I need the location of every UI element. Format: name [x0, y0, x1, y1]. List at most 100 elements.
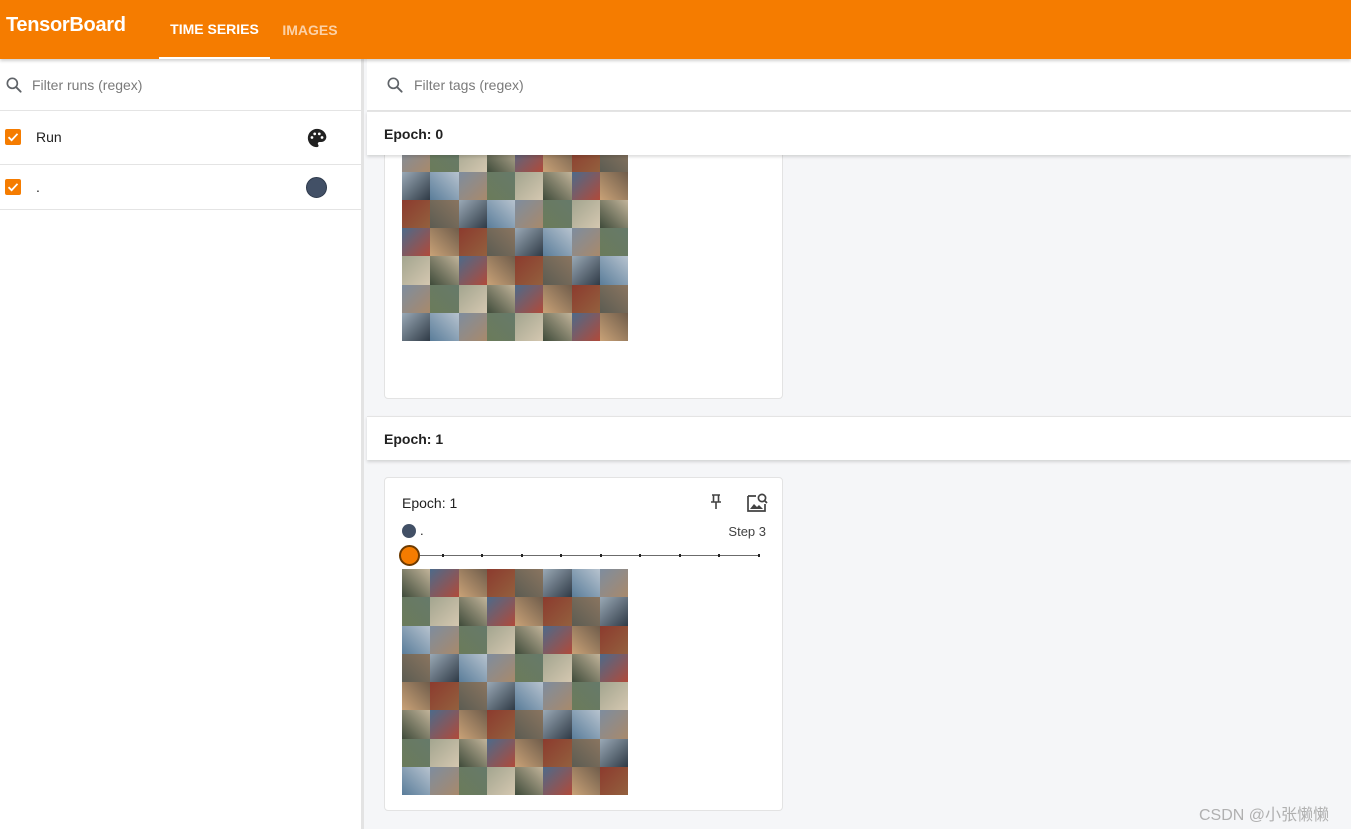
- tab-time-series[interactable]: TIME SERIES: [159, 0, 270, 59]
- image-card-epoch-1: Epoch: 1 . Step 3: [384, 477, 783, 811]
- palette-icon[interactable]: [306, 127, 328, 149]
- group-header-epoch-1[interactable]: Epoch: 1: [367, 416, 1351, 460]
- image-thumbnail: [486, 682, 515, 711]
- image-thumbnail: [599, 625, 628, 654]
- image-thumbnail: [599, 312, 628, 341]
- image-thumbnail: [515, 312, 544, 341]
- image-thumbnail: [543, 766, 572, 795]
- slider-thumb[interactable]: [399, 545, 420, 566]
- image-thumbnail: [402, 766, 431, 795]
- image-thumbnail: [599, 738, 628, 767]
- image-thumbnail: [402, 710, 431, 739]
- top-app-bar: TensorBoard TIME SERIES IMAGES: [0, 0, 1351, 59]
- image-thumbnail: [458, 171, 487, 200]
- image-thumbnail: [571, 738, 600, 767]
- fullsize-image-icon[interactable]: [745, 491, 769, 515]
- image-thumbnail: [515, 682, 544, 711]
- image-thumbnail: [486, 653, 515, 682]
- image-thumbnail: [402, 199, 431, 228]
- image-thumbnail: [571, 284, 600, 313]
- image-thumbnail: [402, 228, 431, 257]
- image-thumbnail: [430, 284, 459, 313]
- slider-tick: [442, 554, 444, 557]
- image-thumbnail: [515, 625, 544, 654]
- group-header-epoch-0[interactable]: Epoch: 0: [367, 111, 1351, 155]
- run-color-swatch[interactable]: [306, 177, 327, 198]
- group-title: Epoch: 0: [384, 126, 444, 142]
- image-thumbnail: [402, 284, 431, 313]
- image-thumbnail: [515, 766, 544, 795]
- image-thumbnail: [430, 766, 459, 795]
- image-thumbnail: [458, 710, 487, 739]
- image-thumbnail: [571, 569, 600, 598]
- run-name: .: [36, 179, 40, 195]
- check-icon: [7, 183, 19, 192]
- image-thumbnail: [543, 738, 572, 767]
- image-thumbnail: [458, 312, 487, 341]
- slider-tick: [481, 554, 483, 557]
- image-thumbnail: [599, 284, 628, 313]
- image-thumbnail: [515, 228, 544, 257]
- image-thumbnail: [543, 625, 572, 654]
- image-thumbnail: [571, 312, 600, 341]
- image-thumbnail: [543, 256, 572, 285]
- image-thumbnail: [515, 569, 544, 598]
- image-thumbnail: [486, 171, 515, 200]
- image-thumbnail: [543, 653, 572, 682]
- image-thumbnail: [402, 738, 431, 767]
- image-thumbnail: [571, 766, 600, 795]
- image-thumbnail: [515, 256, 544, 285]
- image-thumbnail: [571, 256, 600, 285]
- runs-filter[interactable]: Filter runs (regex): [0, 59, 361, 111]
- image-thumbnail: [458, 256, 487, 285]
- step-slider[interactable]: [399, 544, 760, 568]
- image-thumbnail: [430, 312, 459, 341]
- image-thumbnail: [599, 710, 628, 739]
- image-thumbnail: [430, 569, 459, 598]
- image-thumbnail: [543, 710, 572, 739]
- image-thumbnail: [402, 312, 431, 341]
- check-icon: [7, 133, 19, 142]
- slider-track[interactable]: [403, 555, 759, 556]
- select-all-checkbox[interactable]: [5, 129, 21, 145]
- image-thumbnail: [430, 738, 459, 767]
- image-thumbnail: [543, 284, 572, 313]
- image-thumbnail: [402, 597, 431, 626]
- tab-images[interactable]: IMAGES: [270, 0, 350, 59]
- app-title: TensorBoard: [6, 14, 126, 36]
- pin-icon[interactable]: [708, 493, 724, 511]
- runs-sidebar: Filter runs (regex) Run .: [0, 59, 364, 829]
- runs-filter-input[interactable]: Filter runs (regex): [32, 77, 142, 93]
- image-thumbnail: [458, 653, 487, 682]
- image-thumbnail: [402, 256, 431, 285]
- runs-table-header: Run: [0, 111, 361, 165]
- search-icon: [6, 77, 22, 93]
- image-card-epoch-0: [384, 119, 783, 399]
- card-title: Epoch: 1: [402, 495, 458, 511]
- image-thumbnail: [571, 682, 600, 711]
- run-column-header: Run: [36, 129, 62, 145]
- image-thumbnail: [458, 569, 487, 598]
- image-thumbnail: [571, 625, 600, 654]
- image-thumbnail: [599, 171, 628, 200]
- slider-tick: [600, 554, 602, 557]
- tags-filter-input[interactable]: Filter tags (regex): [414, 77, 524, 93]
- image-thumbnail: [458, 597, 487, 626]
- image-thumbnail: [430, 228, 459, 257]
- image-thumbnail: [543, 682, 572, 711]
- slider-tick: [521, 554, 523, 557]
- image-thumbnail: [571, 653, 600, 682]
- image-thumbnail: [599, 682, 628, 711]
- run-row[interactable]: .: [0, 165, 361, 210]
- image-thumbnail: [599, 256, 628, 285]
- image-thumbnail: [458, 199, 487, 228]
- slider-tick: [718, 554, 720, 557]
- image-thumbnail: [515, 284, 544, 313]
- watermark: CSDN @小张懒懒: [1199, 807, 1330, 824]
- image-grid[interactable]: [402, 569, 628, 795]
- image-thumbnail: [430, 199, 459, 228]
- run-checkbox[interactable]: [5, 179, 21, 195]
- image-thumbnail: [402, 682, 431, 711]
- tags-filter[interactable]: Filter tags (regex): [367, 59, 1351, 111]
- image-thumbnail: [458, 228, 487, 257]
